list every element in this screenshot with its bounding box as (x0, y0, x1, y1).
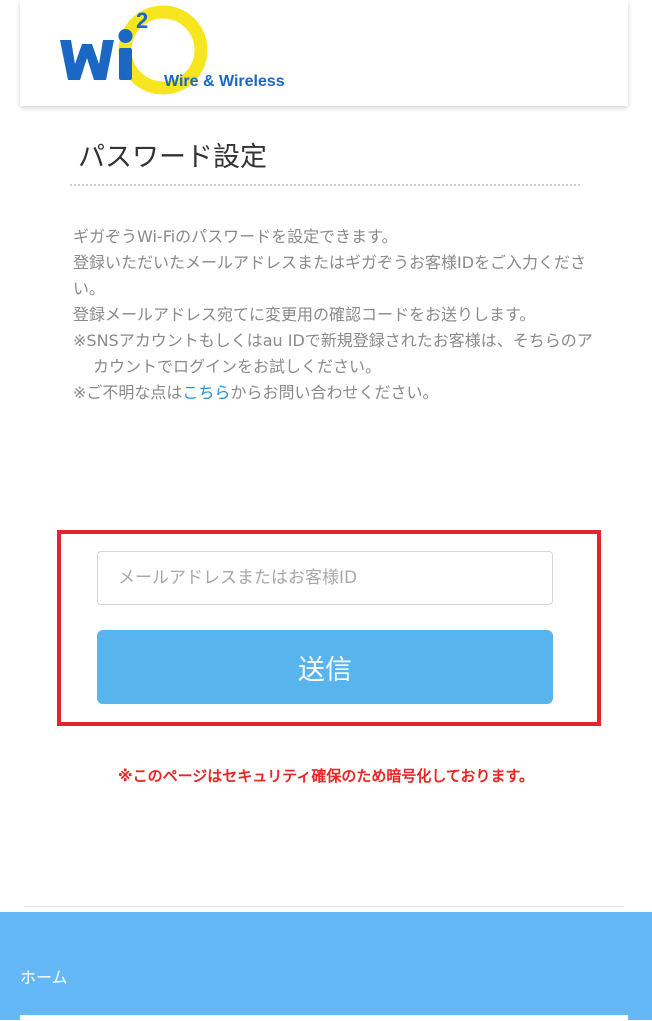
title-divider (70, 184, 580, 186)
svg-text:2: 2 (136, 8, 148, 33)
email-input[interactable] (97, 551, 553, 605)
header: 2 Wire & Wireless (20, 0, 628, 106)
inquiry-suffix: からお問い合わせください。 (230, 383, 439, 402)
logo-text: Wire & Wireless (164, 73, 285, 90)
description: ギガぞうWi-Fiのパスワードを設定できます。 登録いただいたメールアドレスまた… (73, 224, 593, 406)
security-note: ※このページはセキュリティ確保のため暗号化しております。 (118, 767, 534, 785)
footer: ホーム (0, 912, 652, 1021)
inquiry-prefix: ※ご不明な点は (73, 383, 183, 402)
description-line: 登録メールアドレス宛てに変更用の確認コードをお送りします。 (73, 305, 536, 324)
inquiry-line: ※ご不明な点はこちらからお問い合わせください。 (73, 380, 593, 406)
description-line: ギガぞうWi-Fiのパスワードを設定できます。 (73, 227, 398, 246)
footer-home-link[interactable]: ホーム (20, 964, 68, 988)
page-title: パスワード設定 (78, 142, 267, 173)
wi2-logo[interactable]: 2 Wire & Wireless (56, 0, 356, 100)
submit-button[interactable]: 送信 (97, 630, 553, 704)
sns-note: ※SNSアカウントもしくはau IDで新規登録されたお客様は、そちらのアカウント… (73, 331, 593, 376)
inquiry-link[interactable]: こちら (182, 383, 230, 402)
footer-divider (24, 906, 624, 907)
footer-bottom-bar (20, 1015, 628, 1021)
password-form: 送信 (57, 530, 601, 726)
description-line: 登録いただいたメールアドレスまたはギガぞうお客様IDをご入力ください。 (73, 253, 587, 298)
